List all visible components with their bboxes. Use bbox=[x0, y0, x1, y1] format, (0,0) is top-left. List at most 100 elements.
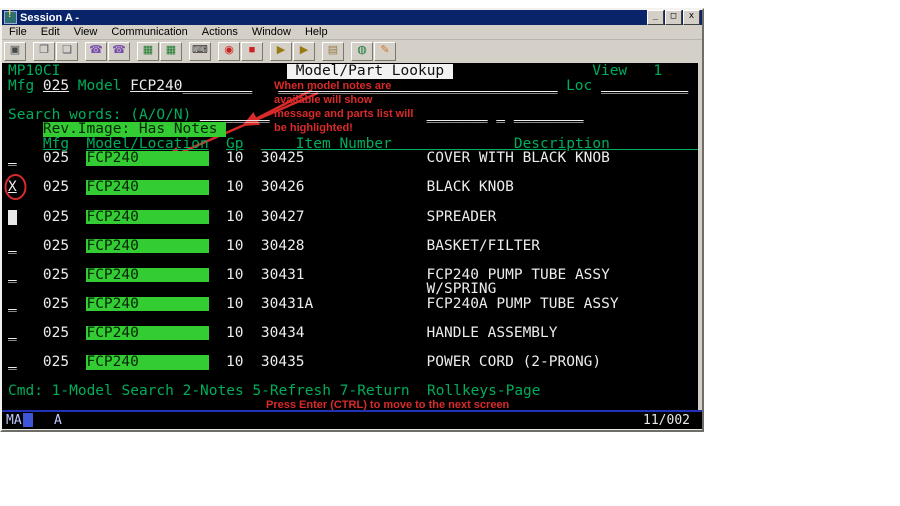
cell-item-number: 30434 bbox=[260, 324, 305, 341]
display-session-icon[interactable]: ▦ bbox=[137, 42, 159, 61]
cell-item-number: 30435 bbox=[260, 354, 305, 370]
cell-mfg: 025 bbox=[42, 208, 70, 225]
notepad-icon[interactable]: ▤ bbox=[322, 42, 344, 61]
minimize-button[interactable]: _ bbox=[647, 10, 664, 25]
copy-icon[interactable]: ❐ bbox=[33, 42, 55, 61]
search-word-field-1[interactable]: ________ bbox=[200, 108, 270, 123]
screen-title: Model/Part Lookup bbox=[287, 63, 453, 79]
cell-gp: 10 bbox=[226, 354, 244, 370]
connect-icon[interactable]: ☎ bbox=[85, 42, 107, 61]
cell-item-number: 30425 bbox=[260, 150, 305, 167]
search-word-field-4[interactable]: ________ bbox=[514, 108, 584, 123]
close-button[interactable]: x bbox=[683, 10, 700, 25]
select-field[interactable]: _ bbox=[8, 268, 17, 283]
search-word-field-3[interactable]: _ bbox=[496, 108, 505, 123]
menu-view[interactable]: View bbox=[67, 26, 105, 38]
annotation-line: be highlighted! bbox=[274, 122, 353, 134]
cell-description: FCP240A PUMP TUBE ASSY bbox=[426, 295, 619, 312]
cell-item-number: 30427 bbox=[260, 208, 305, 225]
cell-gp: 10 bbox=[226, 266, 244, 283]
app-icon[interactable] bbox=[4, 9, 17, 24]
maximize-button[interactable]: □ bbox=[665, 10, 682, 25]
terminal-screen[interactable]: When model notes are available will show m… bbox=[2, 63, 698, 410]
search-word-field-2[interactable]: _______ bbox=[427, 108, 488, 123]
cell-gp: 10 bbox=[226, 295, 244, 312]
disconnect-icon[interactable]: ☎ bbox=[108, 42, 130, 61]
step-macro-icon[interactable]: ▶ bbox=[293, 42, 315, 61]
cell-item-number: 30428 bbox=[260, 237, 305, 254]
cell-model-highlighted: FCP240 bbox=[86, 295, 209, 312]
cell-mfg: 025 bbox=[42, 150, 70, 167]
cursor-position: 11/002 bbox=[643, 413, 690, 428]
stop-macro-icon[interactable]: ■ bbox=[241, 42, 263, 61]
menu-help[interactable]: Help bbox=[298, 26, 335, 38]
oia-state: MA bbox=[6, 413, 22, 428]
select-field[interactable]: _ bbox=[8, 239, 17, 254]
oia-session-letter: A bbox=[54, 413, 62, 428]
cell-model-highlighted: FCP240 bbox=[86, 208, 209, 225]
text-cursor-block[interactable] bbox=[8, 209, 17, 225]
session-window: Session A - _ □ x FileEditViewCommunicat… bbox=[0, 8, 704, 432]
rev-image-has-notes-banner: Rev.Image: Has Notes bbox=[42, 121, 227, 138]
record-macro-icon[interactable]: ◉ bbox=[218, 42, 240, 61]
menu-edit[interactable]: Edit bbox=[34, 26, 67, 38]
col-header-gp: Gp bbox=[226, 135, 244, 152]
web-icon[interactable]: ◍ bbox=[351, 42, 373, 61]
cell-gp: 10 bbox=[226, 179, 244, 196]
search-words-label: Search words: (A/O/N) bbox=[8, 106, 192, 123]
cell-description: FCP240 PUMP TUBE ASSY bbox=[426, 266, 610, 283]
command-line: Cmd: 1-Model Search 2-Notes 5-Refresh 7-… bbox=[8, 383, 541, 400]
view-number: View 1 bbox=[592, 63, 663, 79]
menu-window[interactable]: Window bbox=[245, 26, 298, 38]
cell-model-highlighted: FCP240 bbox=[86, 150, 209, 167]
color-mapping-icon[interactable]: ▦ bbox=[160, 42, 182, 61]
select-field-x[interactable]: X bbox=[8, 180, 17, 195]
model-field[interactable]: FCP240________ bbox=[130, 78, 252, 94]
cell-gp: 10 bbox=[226, 150, 244, 167]
program-id: MP10CI bbox=[8, 63, 61, 79]
loc-label: Loc bbox=[566, 77, 593, 94]
select-field[interactable]: _ bbox=[8, 297, 17, 312]
menu-bar: File Edit View Communication Actions Window He… bbox=[2, 25, 702, 40]
cell-description: COVER WITH BLACK KNOB bbox=[426, 150, 610, 167]
paste-icon[interactable]: ❏ bbox=[56, 42, 78, 61]
model-desc-field[interactable]: ________________________________ bbox=[278, 78, 557, 94]
cell-mfg: 025 bbox=[42, 324, 70, 341]
window-title: Session A - bbox=[20, 11, 80, 24]
cell-mfg: 025 bbox=[42, 295, 70, 312]
cell-model-highlighted: FCP240 bbox=[86, 266, 209, 283]
title-bar[interactable]: Session A - _ □ x bbox=[2, 9, 702, 25]
cell-model-highlighted: FCP240 bbox=[86, 324, 209, 341]
menu-actions[interactable]: Actions bbox=[195, 26, 245, 38]
cell-item-number: 30431A bbox=[260, 295, 314, 312]
trailing-cursor-underscore: _ bbox=[548, 397, 558, 410]
cell-description: BLACK KNOB bbox=[426, 179, 514, 196]
mfg-field[interactable]: 025 bbox=[43, 78, 69, 94]
cell-description: SPREADER bbox=[426, 208, 497, 225]
col-header-description: Description bbox=[426, 135, 698, 152]
mfg-label: Mfg bbox=[8, 77, 35, 94]
keyboard-setup-icon[interactable]: ⌨ bbox=[189, 42, 211, 61]
select-field[interactable]: _ bbox=[8, 151, 17, 166]
oia-indicator-block bbox=[23, 413, 33, 427]
model-label: Model bbox=[77, 77, 122, 94]
cell-description: HANDLE ASSEMBLY bbox=[426, 324, 558, 341]
cell-gp: 10 bbox=[226, 237, 244, 254]
cell-description: BASKET/FILTER bbox=[426, 237, 541, 254]
edit-link-icon[interactable]: ✎ bbox=[374, 42, 396, 61]
cell-description-cont: W/SPRING bbox=[426, 281, 497, 298]
cell-item-number: 30426 bbox=[260, 179, 305, 196]
select-field[interactable]: _ bbox=[8, 355, 17, 370]
capture-icon[interactable]: ▣ bbox=[4, 42, 26, 61]
cell-model-highlighted: FCP240 bbox=[86, 354, 209, 370]
col-header-item-number: Item Number bbox=[260, 135, 427, 152]
menu-communication[interactable]: Communication bbox=[104, 26, 194, 38]
menu-file[interactable]: File bbox=[2, 26, 34, 38]
col-header-mfg: Mfg bbox=[42, 135, 70, 152]
play-macro-icon[interactable]: ▶ bbox=[270, 42, 292, 61]
cell-mfg: 025 bbox=[42, 237, 70, 254]
cell-gp: 10 bbox=[226, 324, 244, 341]
select-field[interactable]: _ bbox=[8, 326, 17, 341]
loc-field[interactable]: __________ bbox=[601, 78, 688, 94]
cell-mfg: 025 bbox=[42, 266, 70, 283]
